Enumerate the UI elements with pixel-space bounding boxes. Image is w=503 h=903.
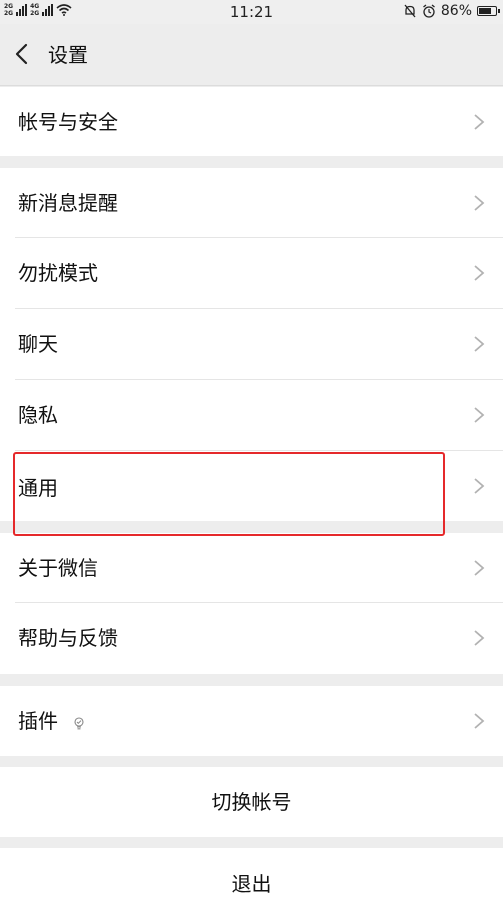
- settings-item-do-not-disturb[interactable]: 勿扰模式: [0, 238, 503, 309]
- chevron-right-icon: [474, 114, 485, 130]
- mute-bell-icon: [404, 4, 416, 18]
- battery-icon: [477, 6, 500, 16]
- chevron-right-icon: [474, 478, 485, 494]
- battery-percent: 86%: [440, 3, 472, 19]
- chevron-right-icon: [474, 407, 485, 423]
- settings-item-label: 聊天: [18, 332, 58, 356]
- settings-item-label: 通用: [18, 476, 58, 500]
- settings-item-label: 插件: [18, 709, 58, 733]
- settings-item-privacy[interactable]: 隐私: [0, 380, 503, 451]
- back-arrow-icon[interactable]: [12, 42, 34, 66]
- settings-item-label: 帮助与反馈: [18, 626, 118, 650]
- settings-item-about-wechat[interactable]: 关于微信: [0, 533, 503, 603]
- status-right: 86%: [403, 3, 500, 19]
- chevron-right-icon: [474, 265, 485, 281]
- title-bar: 设置: [0, 24, 503, 86]
- settings-item-label: 勿扰模式: [18, 261, 98, 285]
- settings-item-label-wrap: 插件: [18, 708, 86, 734]
- lightbulb-icon: [74, 716, 84, 729]
- settings-item-general[interactable]: 通用: [0, 451, 503, 521]
- alarm-icon: [422, 4, 435, 18]
- settings-item-label: 新消息提醒: [18, 191, 118, 215]
- settings-item-new-message-alerts[interactable]: 新消息提醒: [0, 168, 503, 238]
- settings-item-label: 关于微信: [18, 556, 98, 580]
- chevron-right-icon: [474, 195, 485, 211]
- logout-label: 退出: [231, 872, 272, 896]
- switch-account-button[interactable]: 切换帐号: [0, 767, 503, 837]
- settings-item-label: 隐私: [18, 403, 58, 427]
- settings-item-plugins[interactable]: 插件: [0, 686, 503, 756]
- chevron-right-icon: [474, 560, 485, 576]
- chevron-right-icon: [474, 630, 485, 646]
- chevron-right-icon: [474, 336, 485, 352]
- page-title: 设置: [48, 43, 88, 67]
- battery-level-fill: [479, 8, 492, 14]
- settings-item-account-security[interactable]: 帐号与安全: [0, 87, 503, 156]
- status-bar: 2G 2G 4G 2G 11:21 86%: [0, 0, 503, 24]
- settings-item-label: 帐号与安全: [18, 110, 118, 134]
- settings-item-chat[interactable]: 聊天: [0, 309, 503, 380]
- switch-account-label: 切换帐号: [211, 790, 292, 814]
- chevron-right-icon: [474, 713, 485, 729]
- settings-item-help-feedback[interactable]: 帮助与反馈: [0, 603, 503, 674]
- logout-button[interactable]: 退出: [0, 848, 503, 903]
